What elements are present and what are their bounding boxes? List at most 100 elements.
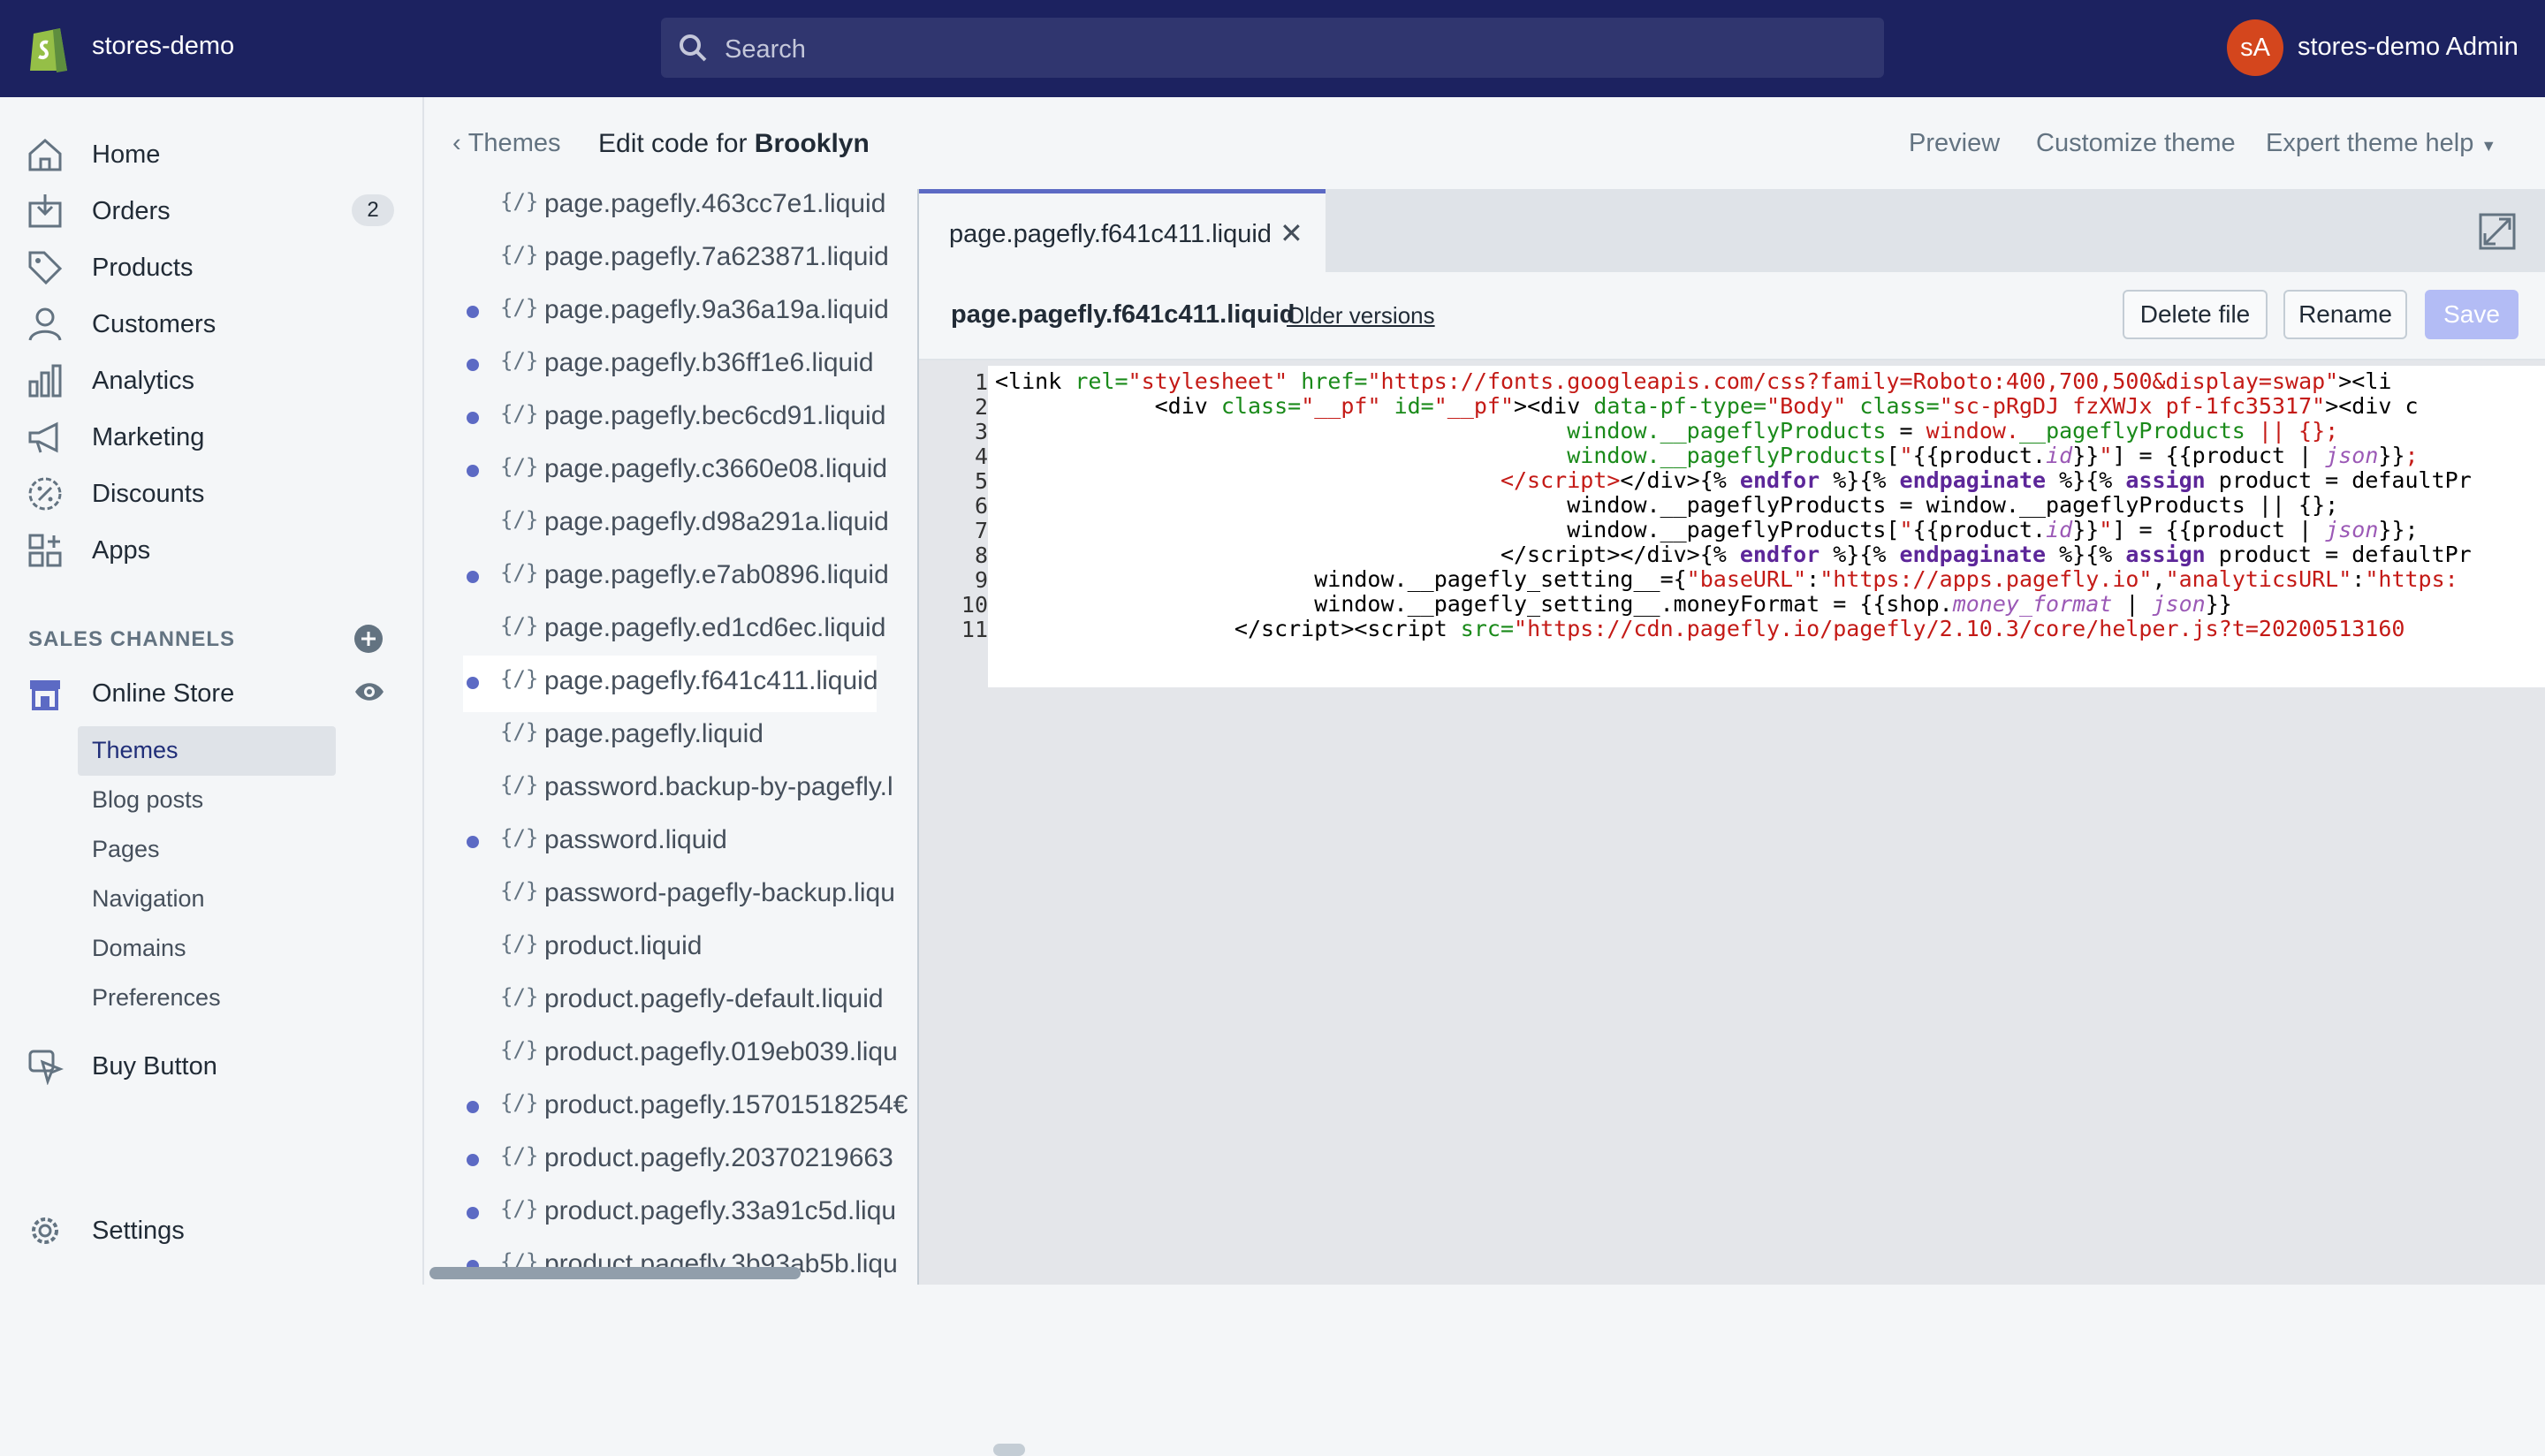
file-list-item[interactable]: {/} page.pagefly.c3660e08.liquid bbox=[426, 442, 887, 495]
liquid-file-icon: {/} bbox=[500, 560, 539, 585]
back-label: Themes bbox=[467, 129, 561, 157]
subitem-navigation[interactable]: Navigation bbox=[92, 885, 205, 913]
rename-button[interactable]: Rename bbox=[2283, 290, 2407, 339]
subitem-domains[interactable]: Domains bbox=[92, 935, 186, 962]
liquid-file-icon: {/} bbox=[500, 772, 539, 797]
tab-active-file[interactable]: page.pagefly.f641c411.liquid ✕ bbox=[919, 189, 1326, 272]
file-list-item[interactable]: {/} page.pagefly.bec6cd91.liquid bbox=[426, 389, 885, 442]
line-number: 3 bbox=[974, 419, 988, 444]
subitem-preferences[interactable]: Preferences bbox=[92, 984, 221, 1012]
search-input[interactable]: Search bbox=[661, 18, 1884, 78]
liquid-file-icon: {/} bbox=[500, 507, 539, 532]
sidebar-item-label: Buy Button bbox=[92, 1052, 217, 1081]
liquid-file-icon: {/} bbox=[500, 1143, 539, 1168]
subitem-blog-posts[interactable]: Blog posts bbox=[92, 786, 203, 814]
file-list-item[interactable]: {/} page.pagefly.7a623871.liquid bbox=[426, 230, 889, 283]
bar-chart-icon bbox=[28, 364, 62, 398]
file-name: page.pagefly.9a36a19a.liquid bbox=[544, 295, 889, 324]
file-list-item[interactable]: {/} page.pagefly.463cc7e1.liquid bbox=[426, 191, 885, 230]
subitem-themes[interactable]: Themes bbox=[92, 737, 179, 764]
file-name: product.pagefly.33a91c5d.liqu bbox=[544, 1196, 897, 1225]
preview-link[interactable]: Preview bbox=[1909, 129, 2000, 158]
modified-dot-icon bbox=[467, 359, 479, 371]
modified-dot-icon bbox=[467, 1207, 479, 1219]
file-list-item[interactable]: {/} page.pagefly.f641c411.liquid bbox=[426, 654, 885, 712]
file-list-item[interactable]: {/} page.pagefly.b36ff1e6.liquid bbox=[426, 336, 885, 389]
avatar[interactable]: sA bbox=[2227, 19, 2283, 76]
sidebar: Home Orders 2 Products Customers Analyti… bbox=[0, 97, 424, 1285]
file-list-item[interactable]: {/} product.pagefly.019eb039.liqu bbox=[426, 1025, 898, 1078]
sales-channels-heading: SALES CHANNELS bbox=[28, 627, 236, 651]
shopify-logo-icon[interactable] bbox=[27, 21, 72, 74]
file-list-item[interactable]: {/} page.pagefly.liquid bbox=[426, 707, 885, 760]
sidebar-item-discounts[interactable]: Discounts bbox=[0, 465, 424, 521]
sidebar-item-customers[interactable]: Customers bbox=[0, 295, 424, 352]
line-number: 11 bbox=[961, 617, 988, 642]
liquid-file-icon: {/} bbox=[500, 295, 539, 320]
delete-file-button[interactable]: Delete file bbox=[2123, 290, 2268, 339]
sidebar-item-label: Products bbox=[92, 254, 194, 282]
liquid-file-icon: {/} bbox=[500, 719, 539, 744]
file-list-item[interactable]: {/} page.pagefly.d98a291a.liquid bbox=[426, 495, 889, 548]
file-list-item[interactable]: {/} product.pagefly.20370219663 bbox=[426, 1131, 893, 1184]
code-horizontal-scrollbar[interactable] bbox=[993, 1444, 1025, 1456]
liquid-file-icon: {/} bbox=[500, 825, 539, 850]
code-content[interactable]: <link rel="stylesheet" href="https://fon… bbox=[988, 366, 2545, 687]
file-list-item[interactable]: {/} product.liquid bbox=[426, 919, 885, 972]
discount-icon bbox=[28, 477, 62, 511]
file-list-item[interactable]: {/} page.pagefly.9a36a19a.liquid bbox=[426, 283, 889, 336]
sidebar-item-marketing[interactable]: Marketing bbox=[0, 408, 424, 465]
file-name: page.pagefly.liquid bbox=[544, 719, 764, 748]
line-number: 8 bbox=[974, 542, 988, 568]
close-icon[interactable]: ✕ bbox=[1280, 216, 1303, 250]
expert-help-dropdown[interactable]: Expert theme help ▼ bbox=[2266, 129, 2496, 158]
file-name: password.backup-by-pagefly.l bbox=[544, 772, 893, 801]
liquid-file-icon: {/} bbox=[500, 613, 539, 638]
customize-theme-link[interactable]: Customize theme bbox=[2036, 129, 2236, 158]
code-line: window.__pageflyProducts = window.__page… bbox=[1567, 418, 2339, 444]
sidebar-item-orders[interactable]: Orders 2 bbox=[0, 182, 424, 239]
store-icon bbox=[30, 680, 60, 710]
file-name: page.pagefly.b36ff1e6.liquid bbox=[544, 348, 874, 377]
file-name: product.pagefly.20370219663 bbox=[544, 1143, 893, 1172]
file-list-item[interactable]: {/} product.pagefly.15701518254€ bbox=[426, 1078, 908, 1131]
sidebar-item-analytics[interactable]: Analytics bbox=[0, 352, 424, 408]
file-list-item[interactable]: {/} product.pagefly-default.liquid bbox=[426, 972, 885, 1025]
modified-dot-icon bbox=[467, 306, 479, 318]
back-to-themes-link[interactable]: ‹ Themes bbox=[452, 129, 560, 158]
add-channel-icon[interactable] bbox=[353, 624, 384, 654]
liquid-file-icon: {/} bbox=[500, 348, 539, 373]
file-list-item[interactable]: {/} page.pagefly.ed1cd6ec.liquid bbox=[426, 601, 885, 654]
subitem-pages[interactable]: Pages bbox=[92, 836, 160, 863]
file-list-item[interactable]: {/} page.pagefly.e7ab0896.liquid bbox=[426, 548, 889, 601]
file-list-item[interactable]: {/} password.liquid bbox=[426, 813, 885, 866]
save-button[interactable]: Save bbox=[2425, 290, 2518, 339]
admin-name[interactable]: stores-demo Admin bbox=[2298, 33, 2518, 62]
sidebar-item-products[interactable]: Products bbox=[0, 239, 424, 295]
code-area[interactable]: 1 2 3 4 5 6 7 8 9 10 11 <link rel="stylesheet" hre… bbox=[919, 360, 2545, 1456]
page-title: Edit code for Brooklyn bbox=[598, 129, 870, 159]
liquid-file-icon: {/} bbox=[500, 1196, 539, 1221]
liquid-file-icon: {/} bbox=[500, 878, 539, 903]
sidebar-item-settings[interactable]: Settings bbox=[0, 1202, 424, 1258]
file-list-item[interactable]: {/} product.pagefly.33a91c5d.liqu bbox=[426, 1184, 896, 1237]
expand-icon[interactable] bbox=[2478, 212, 2517, 251]
eye-icon[interactable] bbox=[353, 679, 385, 705]
older-versions-link[interactable]: Older versions bbox=[1287, 302, 1435, 330]
buy-button-icon bbox=[28, 1050, 64, 1085]
modified-dot-icon bbox=[467, 571, 479, 583]
file-list-horizontal-scrollbar[interactable] bbox=[429, 1267, 801, 1279]
store-name[interactable]: stores-demo bbox=[92, 32, 234, 61]
liquid-file-icon: {/} bbox=[500, 242, 539, 267]
sidebar-item-home[interactable]: Home bbox=[0, 125, 424, 182]
file-list-item[interactable]: {/} password.backup-by-pagefly.l bbox=[426, 760, 893, 813]
sidebar-item-buy-button[interactable]: Buy Button bbox=[0, 1037, 424, 1094]
code-line: <div class="__pf" id="__pf"><div data-pf… bbox=[995, 393, 2419, 419]
sidebar-item-label: Marketing bbox=[92, 423, 205, 451]
sidebar-item-label: Online Store bbox=[92, 679, 235, 708]
file-list-item[interactable]: {/} password-pagefly-backup.liqu bbox=[426, 866, 895, 919]
file-name: page.pagefly.d98a291a.liquid bbox=[544, 507, 889, 536]
person-icon bbox=[28, 307, 62, 341]
chevron-left-icon: ‹ bbox=[452, 129, 468, 157]
sidebar-item-apps[interactable]: Apps bbox=[0, 521, 424, 578]
